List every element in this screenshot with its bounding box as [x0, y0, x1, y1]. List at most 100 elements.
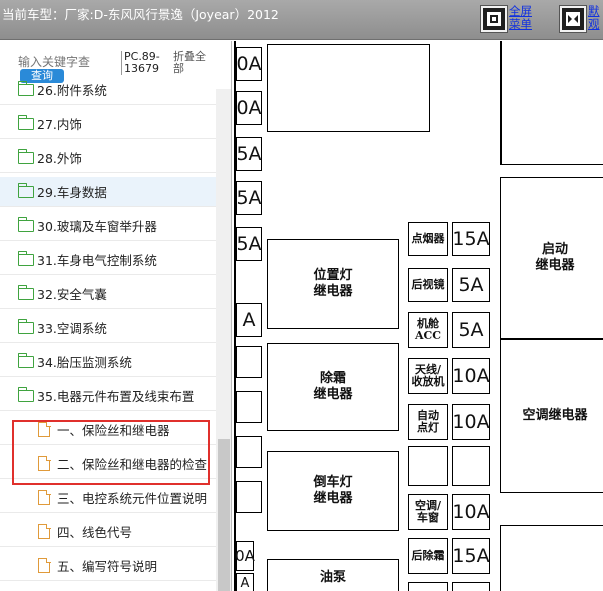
fuse-name-label: 点烟器	[411, 232, 445, 245]
fullscreen-link[interactable]: 全屏 菜单	[509, 5, 539, 31]
default-view-button[interactable]	[559, 5, 587, 33]
tree-item-glass-window-lifter[interactable]: 30.玻璃及车窗举升器	[0, 209, 216, 243]
fuse-name-label: 后视镜	[411, 278, 445, 291]
fuse-amp-label: 15A	[452, 228, 490, 250]
fuse-name-cell: 机舱 ACC	[408, 312, 448, 348]
fuse-amp-label: 0A	[236, 97, 262, 119]
fuse-slot-partial	[452, 582, 490, 591]
default-view-link-line2: 观	[588, 17, 600, 31]
start-relay: 启动 继电器	[500, 177, 603, 339]
fuse-amp-label: 10A	[452, 411, 490, 433]
fuse-cell: 5A	[236, 137, 262, 171]
fuse-amp-cell: 10A	[452, 358, 490, 394]
fuse-name-cell: 天线/ 收放机	[408, 358, 448, 394]
relay-label: 油泵	[319, 570, 346, 585]
tree-item-label: 35.电器元件布置及线束布置	[37, 389, 195, 404]
tree-item-airbag[interactable]: 32.安全气囊	[0, 277, 216, 311]
tree-item-wire-colors[interactable]: 四、线色代号	[0, 515, 216, 549]
fuse-name-label: 空调/ 车窗	[414, 499, 442, 524]
fuse-amp-label: A	[242, 309, 256, 331]
fuse-cell-empty	[236, 436, 262, 468]
document-icon	[38, 489, 51, 505]
fuse-amp-label: 5A	[236, 233, 262, 255]
fuse-cell-empty	[236, 391, 262, 423]
highlight-annotation	[12, 420, 210, 485]
tree-item-body-data[interactable]: 29.车身数据	[0, 175, 216, 209]
pc-code-label: PC.89-13679	[121, 51, 167, 75]
fuse-slot-empty	[408, 446, 448, 486]
fuse-amp-label: 10A	[452, 365, 490, 387]
tree-item-label: 28.外饰	[37, 151, 82, 166]
tree-item-component-locations[interactable]: 三、电控系统元件位置说明	[0, 481, 216, 515]
tree-item-air-conditioning[interactable]: 33.空调系统	[0, 311, 216, 345]
fuse-amp-label: 5A	[458, 319, 484, 341]
folder-icon	[17, 148, 34, 164]
relay-label: 除霜 继电器	[313, 371, 353, 402]
fullscreen-button[interactable]	[480, 5, 508, 33]
fuse-amp-label: 0A	[236, 53, 262, 75]
folder-icon	[17, 318, 34, 334]
fuse-amp-label: 0A	[235, 547, 255, 565]
fuse-name-cell: 空调/ 车窗	[408, 494, 448, 530]
fuel-pump-relay: 油泵	[267, 559, 399, 591]
tree-item-electrical-layout[interactable]: 35.电器元件布置及线束布置	[0, 379, 216, 413]
fuse-cell: A	[236, 573, 254, 591]
fuse-slot-empty	[452, 446, 490, 486]
reverse-lamp-relay: 倒车灯 继电器	[267, 451, 399, 531]
tree-item-body-electrical[interactable]: 31.车身电气控制系统	[0, 243, 216, 277]
tree-item-label: 29.车身数据	[37, 185, 107, 200]
current-vehicle-label: 当前车型：厂家:D-东风风行景逸（Joyear）2012	[2, 7, 279, 22]
fuse-amp-label: 5A	[458, 274, 484, 296]
tree-item-accessory[interactable]: 26.附件系统	[0, 73, 216, 107]
tree-item-exterior[interactable]: 28.外饰	[0, 141, 216, 175]
fuse-amp-cell: 15A	[452, 538, 490, 574]
relay-slot-empty	[500, 525, 603, 591]
tree-item-label: 三、电控系统元件位置说明	[57, 491, 208, 506]
folder-icon	[17, 182, 34, 198]
relay-label: 倒车灯 继电器	[313, 475, 353, 506]
fuse-name-label: 天线/ 收放机	[411, 363, 445, 388]
fuse-cell: 0A	[236, 91, 262, 125]
split-view-icon	[566, 12, 580, 26]
relay-label: 启动 继电器	[535, 242, 575, 273]
fuse-amp-cell: 10A	[452, 404, 490, 440]
folder-icon	[17, 250, 34, 266]
fuse-name-label: 自动 点灯	[417, 409, 439, 434]
fuse-cell: A	[236, 303, 262, 337]
ac-relay: 空调继电器	[500, 339, 603, 493]
tree-item-interior[interactable]: 27.内饰	[0, 107, 216, 141]
tree-item-label: 33.空调系统	[37, 321, 107, 336]
fuse-amp-cell: 10A	[452, 494, 490, 530]
tree-item-label: 四、线色代号	[57, 525, 133, 540]
folder-icon	[17, 216, 34, 232]
tree-item-label: 26.附件系统	[37, 83, 107, 98]
folder-icon	[17, 114, 34, 130]
fuse-cell: 5A	[236, 181, 262, 215]
collapse-all-link[interactable]: 折叠全部	[173, 51, 213, 75]
fuse-cell: 0A	[235, 541, 255, 571]
fuse-amp-label: 5A	[236, 187, 262, 209]
fuse-name-cell: 自动 点灯	[408, 404, 448, 440]
fuse-cell-empty	[236, 481, 262, 513]
fuse-amp-label: 15A	[452, 545, 490, 567]
tree-item-label: 31.车身电气控制系统	[37, 253, 157, 268]
tree-item-label: 30.玻璃及车窗举升器	[37, 219, 157, 234]
fuse-amp-label: A	[240, 575, 250, 591]
folder-icon	[17, 352, 34, 368]
tree-item-label: 五、编写符号说明	[57, 559, 158, 574]
tree-item-symbol-notes[interactable]: 五、编写符号说明	[0, 549, 216, 583]
relay-label: 空调继电器	[522, 408, 588, 423]
tree-item-tire-pressure[interactable]: 34.胎压监测系统	[0, 345, 216, 379]
folder-icon	[17, 284, 34, 300]
navigation-panel: 查询 PC.89-13679 折叠全部 26.附件系统 27.内饰 28.外饰 …	[0, 41, 232, 591]
document-icon	[38, 523, 51, 539]
relay-slot-empty	[500, 41, 603, 165]
fuse-name-cell: 点烟器	[408, 222, 448, 256]
fullscreen-icon	[487, 12, 501, 26]
tree-item-label: 27.内饰	[37, 117, 82, 132]
fuse-cell-empty	[236, 346, 262, 378]
tree-scrollbar-thumb[interactable]	[218, 439, 230, 591]
fuse-amp-cell: 15A	[452, 222, 490, 256]
folder-icon	[17, 80, 34, 96]
default-view-link[interactable]: 默 观	[588, 5, 603, 31]
